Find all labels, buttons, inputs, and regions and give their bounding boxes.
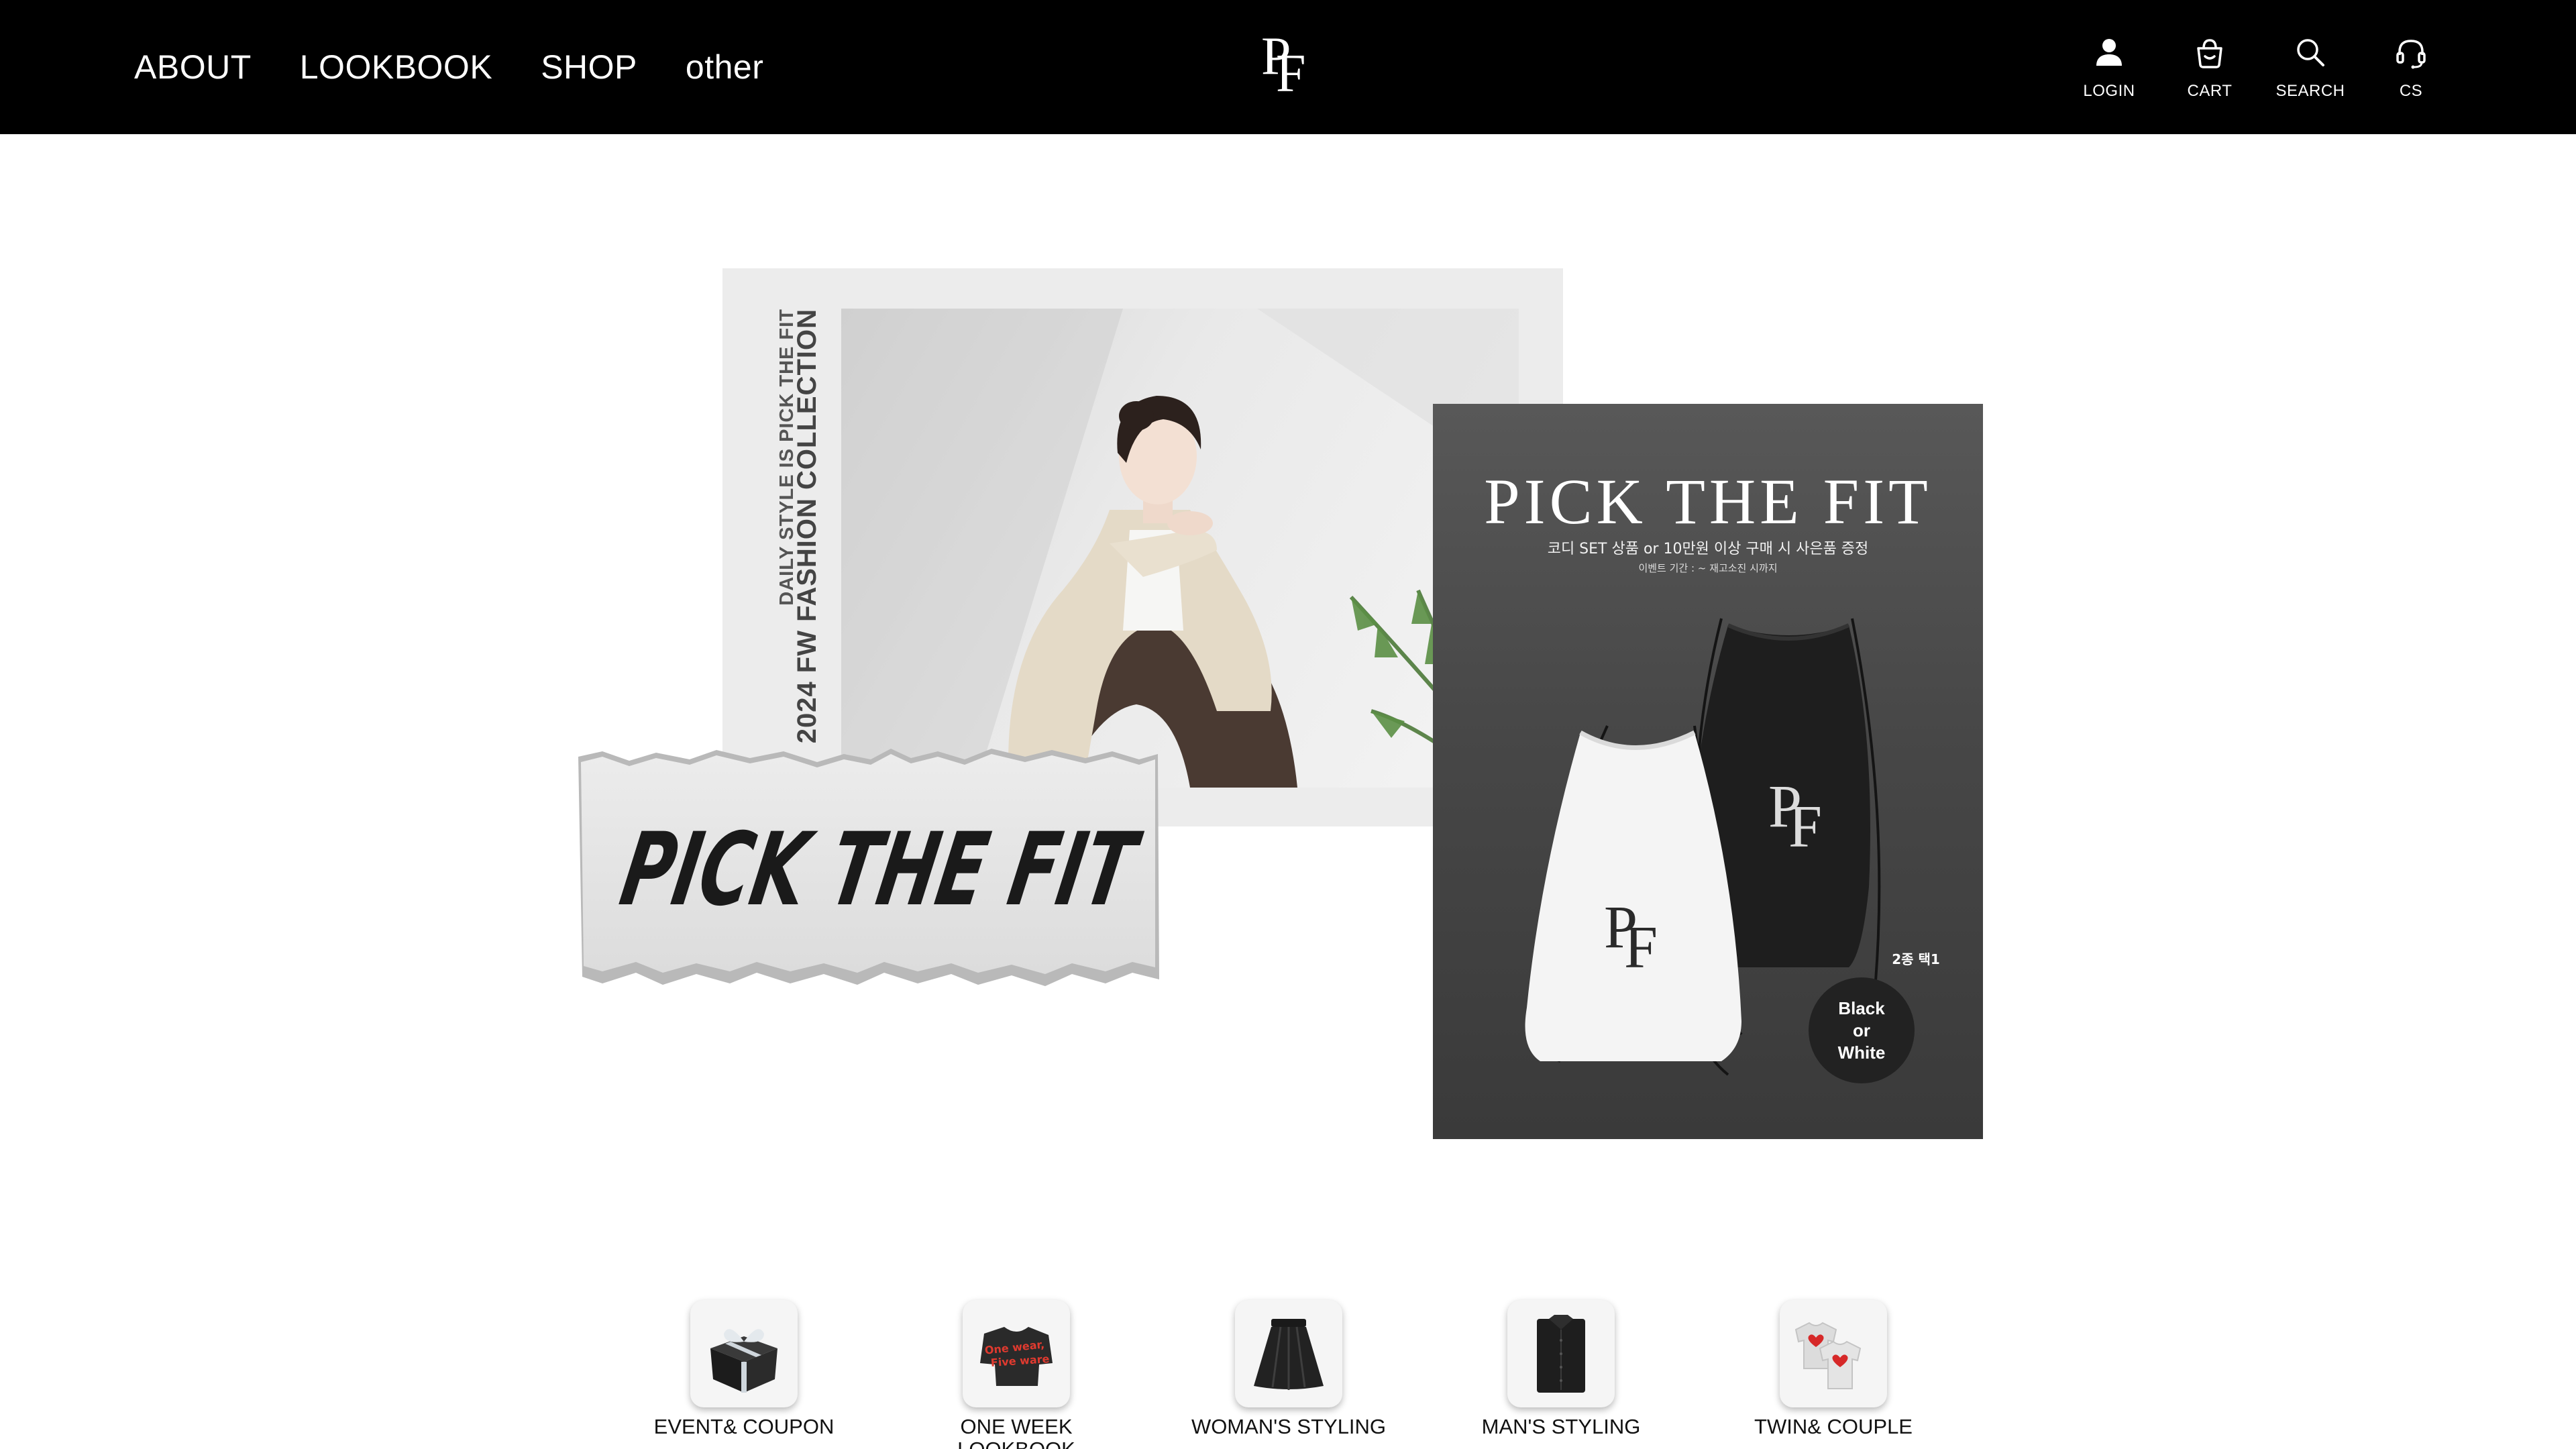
gift-promo-card[interactable]: PICK THE FIT 코디 SET 상품 or 10만원 이상 구매 시 사…: [1433, 404, 1983, 1139]
user-icon: [2096, 39, 2122, 66]
category-label: WOMAN'S STYLING: [1191, 1415, 1387, 1438]
category-shortcuts: EVENT& COUPON One wear, Five ware ONE WE…: [0, 1300, 2576, 1449]
search-label: SEARCH: [2275, 82, 2345, 100]
black-or-white-badge: Black or White: [1809, 977, 1915, 1083]
badge-line-white: White: [1837, 1042, 1886, 1063]
promo-title: PICK THE FIT: [1484, 466, 1932, 537]
promo-period: 이벤트 기간 : ~ 재고소진 시까지: [1638, 562, 1778, 574]
cs-label: CS: [2399, 82, 2423, 100]
bag-logo-white-f: F: [1624, 914, 1658, 981]
main-nav: ABOUT LOOKBOOK SHOP other: [134, 0, 812, 134]
top-navigation-bar: ABOUT LOOKBOOK SHOP other P F LOGIN CART…: [0, 0, 2576, 134]
gift-box-icon: [710, 1329, 777, 1393]
headset-icon: [2396, 40, 2426, 69]
category-mans-styling[interactable]: MAN'S STYLING: [1460, 1300, 1662, 1438]
search-icon: [2297, 39, 2324, 66]
category-label: ONE WEEK LOOKBOOK: [957, 1415, 1075, 1449]
category-tile[interactable]: [1780, 1300, 1887, 1407]
couple-tshirt-icon: [1794, 1322, 1862, 1389]
category-tile[interactable]: [690, 1300, 798, 1407]
nav-link-about[interactable]: ABOUT: [134, 48, 252, 87]
torn-paper-logo: PICK THE FIT: [576, 745, 1166, 993]
category-tile[interactable]: [1235, 1300, 1342, 1407]
badge-line-or: or: [1852, 1020, 1870, 1040]
one-wear-five-ware-icon: One wear, Five ware: [980, 1327, 1053, 1386]
bag-logo-black-f: F: [1788, 794, 1822, 860]
cs-button[interactable]: CS: [2364, 0, 2458, 134]
category-one-week-lookbook[interactable]: One wear, Five ware ONE WEEK LOOKBOOK: [916, 1300, 1117, 1449]
basket-icon: [2197, 39, 2222, 68]
model-photo: [841, 309, 1519, 788]
login-label: LOGIN: [2083, 82, 2135, 100]
category-label: EVENT& COUPON: [653, 1415, 835, 1438]
category-event-coupon[interactable]: EVENT& COUPON: [643, 1300, 845, 1438]
nav-link-other[interactable]: other: [686, 48, 763, 87]
badge-line-black: Black: [1838, 998, 1885, 1018]
brand-logo-text-f: F: [1276, 44, 1306, 99]
nav-link-lookbook[interactable]: LOOKBOOK: [300, 48, 492, 87]
login-button[interactable]: LOGIN: [2062, 0, 2156, 134]
brand-logo[interactable]: P F: [1261, 27, 1315, 103]
category-tile[interactable]: One wear, Five ware: [963, 1300, 1070, 1407]
nav-link-shop[interactable]: SHOP: [541, 48, 637, 87]
shirt-icon: [1537, 1315, 1585, 1393]
vertical-caption: DAILY STYLE IS PICK THE FIT 2024 FW FASH…: [722, 268, 850, 826]
cart-label: CART: [2187, 82, 2233, 100]
brush-logo-text: PICK THE FIT: [613, 811, 1148, 928]
category-womans-styling[interactable]: WOMAN'S STYLING: [1188, 1300, 1389, 1438]
category-tile[interactable]: [1507, 1300, 1615, 1407]
promo-subtitle: 코디 SET 상품 or 10만원 이상 구매 시 사은품 증정: [1547, 541, 1869, 557]
search-button[interactable]: SEARCH: [2263, 0, 2357, 134]
skirt-icon: [1254, 1319, 1324, 1390]
category-label: TWIN& COUPLE: [1754, 1415, 1913, 1438]
choice-caption: 2종 택1: [1892, 951, 1940, 967]
category-twin-couple[interactable]: TWIN& COUPLE: [1733, 1300, 1934, 1438]
category-label: MAN'S STYLING: [1481, 1415, 1641, 1438]
cart-button[interactable]: CART: [2163, 0, 2257, 134]
vertical-caption-line2: 2024 FW FASHION COLLECTION: [792, 309, 822, 744]
